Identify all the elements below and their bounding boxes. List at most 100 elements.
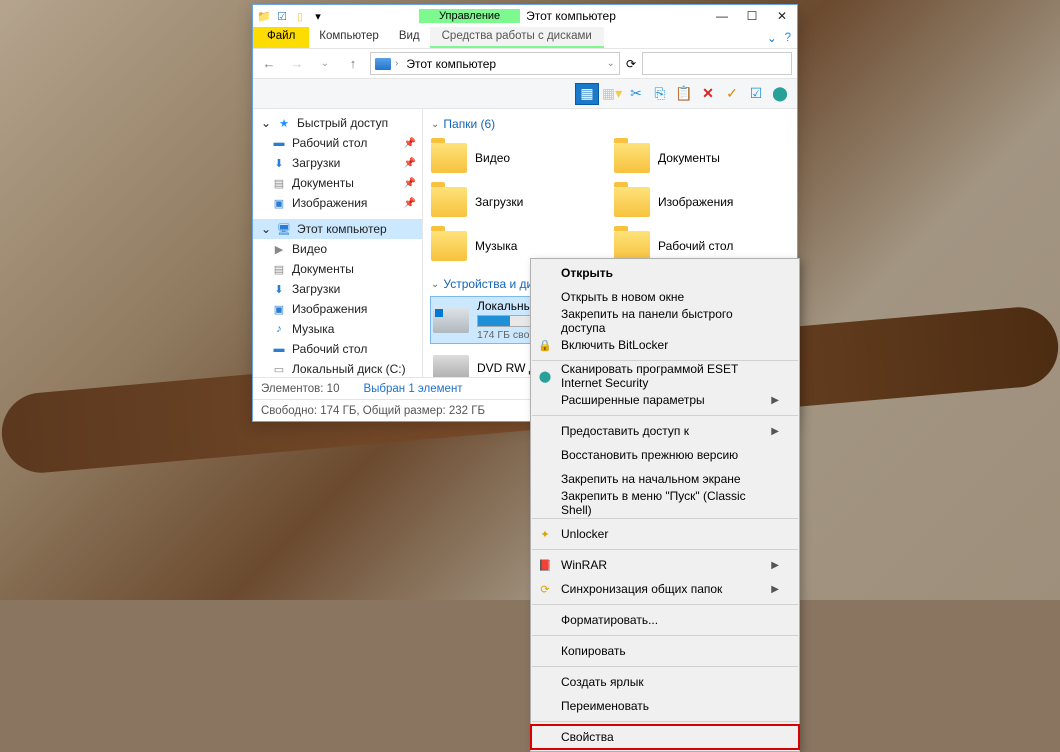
ctx-pin-start-label: Закрепить на начальном экране bbox=[561, 472, 741, 486]
bitlocker-icon: 🔒 bbox=[537, 337, 553, 353]
ctx-properties[interactable]: Свойства bbox=[531, 725, 799, 749]
nav-pictures[interactable]: ▣Изображения📌 bbox=[253, 193, 422, 213]
nav-forward-button[interactable]: → bbox=[286, 53, 308, 75]
winrar-icon: 📕 bbox=[537, 557, 553, 573]
maximize-button[interactable]: ☐ bbox=[737, 5, 767, 27]
unlocker-icon: ✦ bbox=[537, 526, 553, 542]
folder-documents[interactable]: Документы bbox=[614, 137, 789, 179]
ribbon-contextual-tab[interactable]: Управление bbox=[419, 9, 520, 23]
nav-pc-downloads[interactable]: ⬇Загрузки bbox=[253, 279, 422, 299]
ribbon-expand-icon[interactable]: ⌄ bbox=[767, 31, 777, 45]
toolbar-view-icon[interactable]: ▦ bbox=[575, 83, 599, 105]
tab-computer[interactable]: Компьютер bbox=[309, 27, 389, 48]
toolbar-undo-icon[interactable]: ✓ bbox=[721, 83, 743, 105]
menu-separator bbox=[532, 518, 798, 519]
ctx-properties-label: Свойства bbox=[561, 730, 614, 744]
nav-pc-documents-label: Документы bbox=[292, 262, 354, 276]
drive-icon bbox=[433, 307, 469, 333]
nav-music[interactable]: ♪Музыка bbox=[253, 319, 422, 339]
folder-icon bbox=[431, 231, 467, 261]
breadcrumb-root[interactable]: Этот компьютер bbox=[402, 57, 500, 71]
folder-downloads[interactable]: Загрузки bbox=[431, 181, 606, 223]
titlebar[interactable]: 📁 ☑ ▯ ▾ Управление Этот компьютер — ☐ ✕ bbox=[253, 5, 797, 27]
navigation-pane[interactable]: ⌄★Быстрый доступ ▬Рабочий стол📌 ⬇Загрузк… bbox=[253, 109, 423, 377]
command-toolbar: ▦ ▦▾ ✂ ⎘ 📋 ✕ ✓ ☑ ⬤ bbox=[253, 79, 797, 109]
tab-file[interactable]: Файл bbox=[253, 27, 309, 48]
toolbar-cut-icon[interactable]: ✂ bbox=[625, 83, 647, 105]
refresh-button[interactable]: ⟳ bbox=[626, 57, 636, 71]
group-folders-header[interactable]: Папки (6) bbox=[431, 117, 789, 131]
qat-new-folder-icon[interactable]: ▯ bbox=[293, 9, 307, 23]
menu-separator bbox=[532, 721, 798, 722]
folder-pictures[interactable]: Изображения bbox=[614, 181, 789, 223]
ctx-pin-quick-access[interactable]: Закрепить на панели быстрого доступа bbox=[531, 309, 799, 333]
ctx-restore-label: Восстановить прежнюю версию bbox=[561, 448, 738, 462]
ctx-restore[interactable]: Восстановить прежнюю версию bbox=[531, 443, 799, 467]
nav-pictures-label: Изображения bbox=[292, 196, 367, 210]
sync-icon: ⟳ bbox=[537, 581, 553, 597]
toolbar-eset-icon[interactable]: ⬤ bbox=[769, 83, 791, 105]
nav-up-button[interactable]: ↑ bbox=[342, 53, 364, 75]
ctx-unlocker[interactable]: ✦Unlocker bbox=[531, 522, 799, 546]
toolbar-delete-icon[interactable]: ✕ bbox=[697, 83, 719, 105]
ctx-advanced[interactable]: Расширенные параметры▶ bbox=[531, 388, 799, 412]
ctx-sync[interactable]: ⟳Синхронизация общих папок▶ bbox=[531, 577, 799, 601]
ctx-winrar[interactable]: 📕 WinRAR ▶ bbox=[531, 553, 799, 577]
nav-recent-dropdown[interactable]: ⌄ bbox=[314, 53, 336, 75]
minimize-button[interactable]: — bbox=[707, 5, 737, 27]
nav-quick-access[interactable]: ⌄★Быстрый доступ bbox=[253, 113, 422, 133]
details-text: Свободно: 174 ГБ, Общий размер: 232 ГБ bbox=[261, 405, 485, 417]
nav-downloads[interactable]: ⬇Загрузки📌 bbox=[253, 153, 422, 173]
qat-properties-icon[interactable]: ☑ bbox=[275, 9, 289, 23]
nav-pc-desktop[interactable]: ▬Рабочий стол bbox=[253, 339, 422, 359]
explorer-app-icon: 📁 bbox=[257, 9, 271, 23]
ctx-bitlocker-label: Включить BitLocker bbox=[561, 338, 668, 352]
ctx-shortcut[interactable]: Создать ярлык bbox=[531, 670, 799, 694]
ribbon-help-icon[interactable]: ? bbox=[785, 32, 791, 44]
toolbar-organize-icon[interactable]: ▦▾ bbox=[601, 83, 623, 105]
qat-dropdown-icon[interactable]: ▾ bbox=[311, 9, 325, 23]
ctx-eset-scan[interactable]: ⬤Сканировать программой ESET Internet Se… bbox=[531, 364, 799, 388]
ctx-bitlocker[interactable]: 🔒 Включить BitLocker bbox=[531, 333, 799, 357]
submenu-arrow-icon: ▶ bbox=[771, 560, 779, 571]
folder-video[interactable]: Видео bbox=[431, 137, 606, 179]
address-bar[interactable]: › Этот компьютер ⌄ bbox=[370, 52, 620, 75]
ctx-format[interactable]: Форматировать... bbox=[531, 608, 799, 632]
nav-downloads-label: Загрузки bbox=[292, 156, 340, 170]
toolbar-paste-icon[interactable]: 📋 bbox=[673, 83, 695, 105]
submenu-arrow-icon: ▶ bbox=[771, 426, 779, 437]
nav-back-button[interactable]: ← bbox=[258, 53, 280, 75]
tab-drive-tools[interactable]: Средства работы с дисками bbox=[430, 27, 604, 48]
nav-documents[interactable]: ▤Документы📌 bbox=[253, 173, 422, 193]
nav-pc-documents[interactable]: ▤Документы bbox=[253, 259, 422, 279]
pin-icon: 📌 bbox=[404, 138, 416, 149]
nav-pc-pictures[interactable]: ▣Изображения bbox=[253, 299, 422, 319]
nav-videos[interactable]: ▶Видео bbox=[253, 239, 422, 259]
dvd-drive-icon bbox=[433, 355, 469, 377]
folder-icon bbox=[431, 187, 467, 217]
nav-this-pc-label: Этот компьютер bbox=[297, 222, 387, 236]
status-item-count: Элементов: 10 bbox=[261, 383, 339, 395]
toolbar-properties-icon[interactable]: ☑ bbox=[745, 83, 767, 105]
nav-pc-pictures-label: Изображения bbox=[292, 302, 367, 316]
nav-local-disk-c[interactable]: ▭Локальный диск (C:) bbox=[253, 359, 422, 377]
menu-separator bbox=[532, 360, 798, 361]
window-title: Этот компьютер bbox=[526, 9, 616, 23]
tab-view[interactable]: Вид bbox=[389, 27, 430, 48]
ctx-share-label: Предоставить доступ к bbox=[561, 424, 689, 438]
search-input[interactable] bbox=[642, 52, 792, 75]
folder-music-label: Музыка bbox=[475, 239, 517, 253]
ctx-share[interactable]: Предоставить доступ к ▶ bbox=[531, 419, 799, 443]
ctx-open[interactable]: Открыть bbox=[531, 261, 799, 285]
ctx-open-new-window[interactable]: Открыть в новом окне bbox=[531, 285, 799, 309]
ctx-winrar-label: WinRAR bbox=[561, 558, 607, 572]
ctx-pin-classic[interactable]: Закрепить в меню "Пуск" (Classic Shell) bbox=[531, 491, 799, 515]
ctx-rename[interactable]: Переименовать bbox=[531, 694, 799, 718]
nav-music-label: Музыка bbox=[292, 322, 334, 336]
nav-desktop[interactable]: ▬Рабочий стол📌 bbox=[253, 133, 422, 153]
toolbar-copy-icon[interactable]: ⎘ bbox=[649, 83, 671, 105]
ctx-copy[interactable]: Копировать bbox=[531, 639, 799, 663]
nav-this-pc[interactable]: ⌄🖥Этот компьютер bbox=[253, 219, 422, 239]
close-button[interactable]: ✕ bbox=[767, 5, 797, 27]
ctx-pin-start[interactable]: Закрепить на начальном экране bbox=[531, 467, 799, 491]
